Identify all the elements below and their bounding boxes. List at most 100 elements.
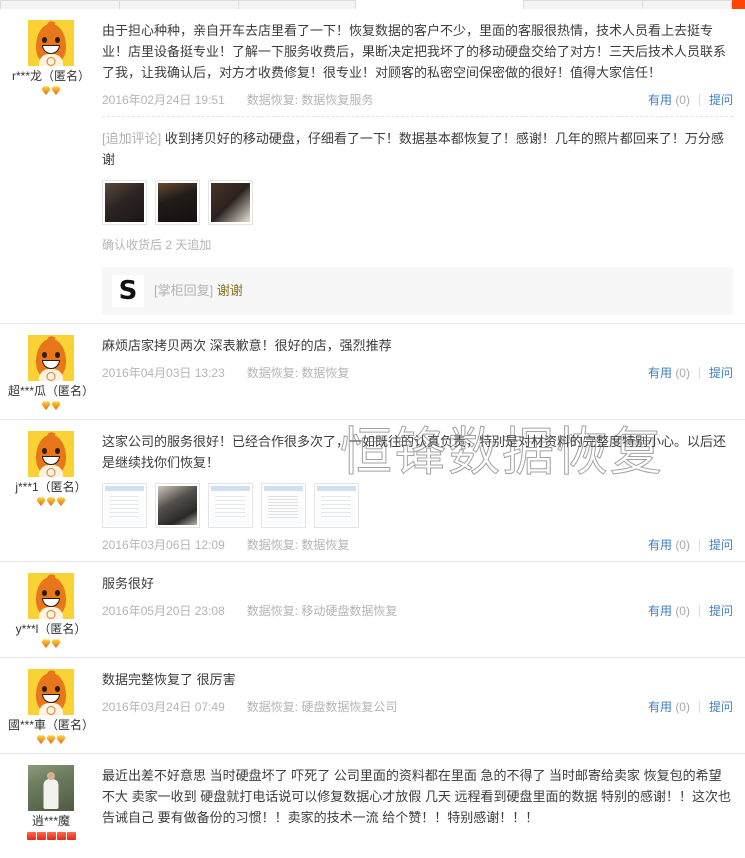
review-meta: 2016年05月20日 23:08 数据恢复: 移动硬盘数据恢复 有用 (0) … bbox=[102, 603, 733, 619]
review-user: r***龙（匿名） bbox=[0, 9, 102, 323]
useful-link[interactable]: 有用 (0) bbox=[648, 365, 690, 381]
useful-link[interactable]: 有用 (0) bbox=[648, 603, 690, 619]
review-item: r***龙（匿名） 由于担心种种，亲自开车去店里看了一下！恢复数据的客户不少，里… bbox=[0, 9, 745, 323]
ask-link[interactable]: 提问 bbox=[709, 537, 733, 553]
avatar bbox=[28, 20, 74, 66]
rank-gems bbox=[4, 86, 98, 96]
thumbnail[interactable] bbox=[102, 180, 147, 225]
append-tag: [追加评论] bbox=[102, 131, 162, 146]
username: 國***車（匿名） bbox=[7, 718, 94, 732]
review-content: 由于担心种种，亲自开车去店里看了一下！恢复数据的客户不少，里面的客服很热情，技术… bbox=[102, 9, 745, 323]
useful-link[interactable]: 有用 (0) bbox=[648, 699, 690, 715]
append-review-text: [追加评论] 收到拷贝好的移动硬盘，仔细看了一下！数据基本都恢复了！感谢！几年的… bbox=[102, 131, 724, 167]
review-actions: 有用 (0) 提问 bbox=[648, 92, 733, 108]
gem-icon bbox=[46, 497, 56, 506]
review-category: 数据恢复: 数据恢复服务 bbox=[246, 93, 374, 107]
thumbnail[interactable] bbox=[208, 483, 253, 528]
seller-reply: S [掌柜回复] 谢谢 bbox=[102, 267, 733, 315]
ask-link[interactable]: 提问 bbox=[709, 92, 733, 108]
avatar bbox=[28, 765, 74, 811]
gem-icon bbox=[41, 86, 51, 95]
useful-link[interactable]: 有用 (0) bbox=[648, 537, 690, 553]
rank-gems bbox=[4, 735, 98, 745]
review-content: 这家公司的服务很好！已经合作很多次了，一如既往的认真负责，特别是对材资料的完整度… bbox=[102, 420, 745, 561]
gem-icon bbox=[41, 401, 51, 410]
ask-link[interactable]: 提问 bbox=[709, 365, 733, 381]
rank-gems bbox=[4, 401, 98, 411]
review-content: 服务很好 2016年05月20日 23:08 数据恢复: 移动硬盘数据恢复 有用… bbox=[102, 562, 745, 657]
username: y***l（匿名） bbox=[15, 622, 87, 636]
username: r***龙（匿名） bbox=[11, 69, 90, 83]
divider bbox=[102, 116, 733, 117]
review-meta: 2016年03月06日 12:09 数据恢复: 数据恢复 有用 (0) 提问 bbox=[102, 537, 733, 553]
review-text: 服务很好 bbox=[102, 576, 155, 591]
review-category: 数据恢复: 移动硬盘数据恢复 bbox=[246, 604, 398, 618]
thumbnail[interactable] bbox=[208, 180, 253, 225]
review-text: 最近出差不好意思 当时硬盘坏了 吓死了 公司里面的资料都在里面 急的不得了 当时… bbox=[102, 768, 732, 825]
review-category: 数据恢复: 数据恢复 bbox=[246, 538, 350, 552]
gem-icon bbox=[51, 86, 61, 95]
action-separator bbox=[698, 605, 700, 617]
review-user: 國***車（匿名） bbox=[0, 658, 102, 753]
bottom-edge bbox=[0, 854, 745, 858]
review-user: y***l（匿名） bbox=[0, 562, 102, 657]
review-user: j***1（匿名） bbox=[0, 420, 102, 561]
seller-reply-text: [掌柜回复] 谢谢 bbox=[154, 283, 243, 298]
review-content: 数据完整恢复了 很厉害 2016年03月24日 07:49 数据恢复: 硬盘数据… bbox=[102, 658, 745, 753]
review-actions: 有用 (0) 提问 bbox=[648, 365, 733, 381]
review-item: y***l（匿名） 服务很好 2016年05月20日 23:08 数据恢复: 移… bbox=[0, 561, 745, 657]
gem-icon bbox=[36, 497, 46, 506]
review-actions: 有用 (0) 提问 bbox=[648, 537, 733, 553]
review-content: 麻烦店家拷贝两次 深表歉意！很好的店，强烈推荐 2016年04月03日 13:2… bbox=[102, 324, 745, 419]
review-meta: 2016年03月24日 07:49 数据恢复: 硬盘数据恢复公司 有用 (0) … bbox=[102, 699, 733, 715]
review-text: 麻烦店家拷贝两次 深表歉意！很好的店，强烈推荐 bbox=[102, 338, 392, 353]
review-category: 数据恢复: 数据恢复 bbox=[246, 366, 350, 380]
thumbnail[interactable] bbox=[314, 483, 359, 528]
thumbnail[interactable] bbox=[155, 483, 200, 528]
review-user: 逍***魔 bbox=[0, 754, 102, 849]
tab-strip bbox=[0, 0, 745, 9]
username: j***1（匿名） bbox=[15, 480, 87, 494]
gem-icon bbox=[46, 735, 56, 744]
ask-link[interactable]: 提问 bbox=[709, 603, 733, 619]
gem-icon bbox=[51, 401, 61, 410]
gem-icon bbox=[56, 497, 66, 506]
tab-1[interactable] bbox=[0, 0, 120, 9]
tab-5[interactable] bbox=[642, 0, 732, 9]
thumbnail[interactable] bbox=[155, 180, 200, 225]
rank-gems bbox=[4, 639, 98, 649]
review-date: 2016年02月24日 19:51 bbox=[102, 93, 225, 107]
avatar bbox=[28, 669, 74, 715]
review-date: 2016年04月03日 13:23 bbox=[102, 366, 225, 380]
review-page: r***龙（匿名） 由于担心种种，亲自开车去店里看了一下！恢复数据的客户不少，里… bbox=[0, 0, 745, 858]
review-user: 超***瓜（匿名） bbox=[0, 324, 102, 419]
review-text: 数据完整恢复了 很厉害 bbox=[102, 672, 236, 687]
review-meta: 2016年04月03日 13:23 数据恢复: 数据恢复 有用 (0) 提问 bbox=[102, 365, 733, 381]
review-content: 最近出差不好意思 当时硬盘坏了 吓死了 公司里面的资料都在里面 急的不得了 当时… bbox=[102, 754, 745, 849]
gem-icon bbox=[36, 735, 46, 744]
ask-link[interactable]: 提问 bbox=[709, 699, 733, 715]
tab-active[interactable] bbox=[732, 0, 745, 9]
tab-2[interactable] bbox=[119, 0, 239, 9]
review-date: 2016年03月24日 07:49 bbox=[102, 700, 225, 714]
seller-reply-wrap: S [掌柜回复] 谢谢 bbox=[102, 267, 733, 315]
useful-link[interactable]: 有用 (0) bbox=[648, 92, 690, 108]
review-text: 由于担心种种，亲自开车去店里看了一下！恢复数据的客户不少，里面的客服很热情，技术… bbox=[102, 23, 727, 80]
username: 超***瓜（匿名） bbox=[7, 384, 94, 398]
action-separator bbox=[698, 367, 700, 379]
gem-icon bbox=[41, 639, 51, 648]
rank-hearts bbox=[4, 831, 98, 841]
tab-3[interactable] bbox=[238, 0, 356, 9]
tab-4[interactable] bbox=[523, 0, 643, 9]
review-thumbnails bbox=[102, 483, 733, 528]
heart-icon bbox=[26, 832, 36, 840]
review-date: 2016年03月06日 12:09 bbox=[102, 538, 225, 552]
thumbnail[interactable] bbox=[102, 483, 147, 528]
thumbnail[interactable] bbox=[261, 483, 306, 528]
heart-icon bbox=[46, 832, 56, 840]
review-actions: 有用 (0) 提问 bbox=[648, 699, 733, 715]
review-category: 数据恢复: 硬盘数据恢复公司 bbox=[246, 700, 398, 714]
action-separator bbox=[698, 539, 700, 551]
review-meta: 2016年02月24日 19:51 数据恢复: 数据恢复服务 有用 (0) 提问 bbox=[102, 92, 733, 108]
review-item: j***1（匿名） 这家公司的服务很好！已经合作很多次了，一如既往的认真负责，特… bbox=[0, 419, 745, 561]
